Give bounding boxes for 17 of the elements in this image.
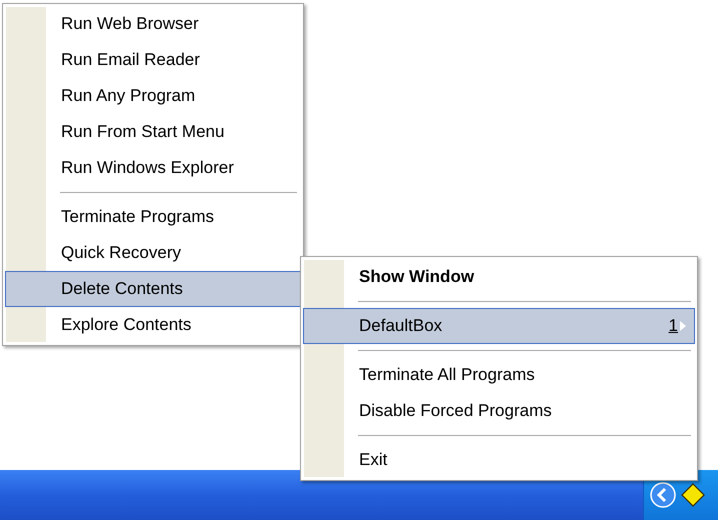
menu-item[interactable]: Run From Start Menu [5, 114, 301, 150]
menu-item[interactable]: Run Email Reader [5, 42, 301, 78]
menu-item[interactable]: Terminate Programs [5, 199, 301, 235]
menu-item[interactable]: Explore Contents [5, 307, 301, 343]
menu-item[interactable]: Run Web Browser [5, 6, 301, 42]
chevron-left-icon[interactable] [650, 482, 676, 508]
menu-item[interactable]: Terminate All Programs [303, 357, 695, 393]
menu-item[interactable]: Run Any Program [5, 78, 301, 114]
menu-item[interactable]: Show Window [303, 259, 695, 295]
menu-item[interactable]: DefaultBox 1 [303, 308, 695, 344]
menu-item[interactable]: Delete Contents [5, 271, 301, 307]
menu-item[interactable]: Quick Recovery [5, 235, 301, 271]
menu-item[interactable]: Run Windows Explorer [5, 150, 301, 186]
menu-item[interactable]: Disable Forced Programs [303, 393, 695, 429]
menu-item[interactable]: Exit [303, 442, 695, 478]
diamond-icon[interactable] [680, 482, 706, 508]
shortcut-key: 1 [668, 313, 678, 339]
